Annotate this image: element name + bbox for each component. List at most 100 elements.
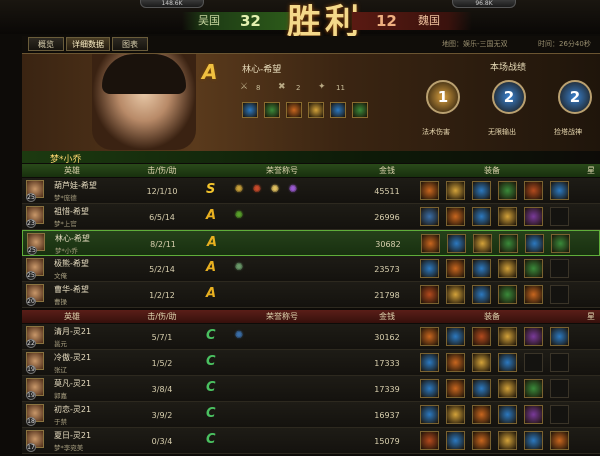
honor-badge-icon[interactable]: ✺ (232, 261, 246, 275)
empty-item-slot[interactable] (550, 353, 569, 372)
item-icon[interactable] (420, 405, 439, 424)
item-icon[interactable] (498, 379, 517, 398)
empty-item-slot[interactable] (550, 285, 569, 304)
player-row[interactable]: 23 祖惜-希望 梦*上官 6/5/14 A ✺ 26996 (22, 204, 600, 230)
player-row[interactable]: 19 莫凡-灵21 郭嘉 3/8/4 C 17339 (22, 376, 600, 402)
player-row[interactable]: 25 林心-希望 梦*小乔 8/2/11 A 30682 (22, 230, 600, 256)
item-icon[interactable] (498, 327, 517, 346)
empty-item-slot[interactable] (550, 405, 569, 424)
item-icon[interactable] (420, 207, 439, 226)
item-icon[interactable] (472, 431, 491, 450)
item-icon[interactable] (446, 285, 465, 304)
header-equip: 装备 (484, 166, 500, 175)
item-icon[interactable] (446, 353, 465, 372)
item-icon[interactable] (498, 207, 517, 226)
hero-grade: A (202, 60, 218, 84)
team-b-header: 英雄 击/伤/助 荣誉称号 金钱 装备 星 (22, 310, 600, 323)
header-extra: 星 (587, 166, 595, 175)
player-row[interactable]: 25 极熊-希望 文俺 5/2/14 A ✺ 23573 (22, 256, 600, 282)
item-icon[interactable] (524, 431, 543, 450)
item-icon[interactable] (446, 181, 465, 200)
item-icon[interactable] (446, 327, 465, 346)
item-icon[interactable] (550, 181, 569, 200)
item-icon[interactable] (472, 181, 491, 200)
empty-item-slot[interactable] (524, 353, 543, 372)
medal-label: 捡塔战神 (554, 128, 582, 136)
item-icon[interactable] (472, 379, 491, 398)
honor-badge-icon[interactable]: ✺ (232, 329, 246, 343)
item-icon[interactable] (498, 405, 517, 424)
equipment-slot-icon[interactable] (308, 102, 324, 118)
empty-item-slot[interactable] (550, 207, 569, 226)
item-icon[interactable] (446, 259, 465, 278)
item-icon[interactable] (420, 431, 439, 450)
item-icon[interactable] (420, 181, 439, 200)
item-icon[interactable] (498, 353, 517, 372)
honor-badge-icon[interactable]: ✺ (268, 183, 282, 197)
player-row[interactable]: 18 初恋-灵21 于禁 3/9/2 C 16937 (22, 402, 600, 428)
item-icon[interactable] (525, 234, 544, 253)
item-icon[interactable] (524, 327, 543, 346)
equipment-slot-icon[interactable] (242, 102, 258, 118)
hero-name: 林心-希望 (55, 234, 90, 243)
item-icon[interactable] (420, 353, 439, 372)
tab-overview[interactable]: 概览 (28, 37, 64, 51)
item-icon[interactable] (550, 327, 569, 346)
gold-value: 23573 (374, 265, 400, 274)
player-row[interactable]: 19 冷傲-灵21 张辽 1/5/2 C 17333 (22, 350, 600, 376)
item-icon[interactable] (524, 405, 543, 424)
item-icon[interactable] (420, 379, 439, 398)
player-row[interactable]: 20 曹华-希望 曹操 1/2/12 A 21798 (22, 282, 600, 308)
item-icon[interactable] (498, 259, 517, 278)
item-icon[interactable] (551, 234, 570, 253)
item-icon[interactable] (472, 353, 491, 372)
gold-value: 17333 (374, 359, 400, 368)
item-icon[interactable] (446, 207, 465, 226)
player-row[interactable]: 25 葫芦娃-希望 梦*庞德 12/1/10 S ✺ ✺ ✺ ✺ 45511 (22, 178, 600, 204)
item-icon[interactable] (524, 207, 543, 226)
honor-badge-icon[interactable]: ✺ (250, 183, 264, 197)
item-icon[interactable] (420, 327, 439, 346)
gold-value: 30682 (375, 240, 401, 249)
item-icon[interactable] (498, 431, 517, 450)
empty-item-slot[interactable] (550, 379, 569, 398)
item-icon[interactable] (472, 405, 491, 424)
item-icon[interactable] (472, 285, 491, 304)
item-icon[interactable] (472, 207, 491, 226)
item-icon[interactable] (473, 234, 492, 253)
empty-item-slot[interactable] (550, 259, 569, 278)
equipment-slot-icon[interactable] (330, 102, 346, 118)
player-row[interactable]: 22 清月-灵21 邕元 5/7/1 C ✺ 30162 (22, 324, 600, 350)
item-icon[interactable] (421, 234, 440, 253)
item-icon[interactable] (498, 285, 517, 304)
item-icon[interactable] (524, 285, 543, 304)
player-row[interactable]: 17 夏日-灵21 梦*李宛美 0/3/4 C 15079 (22, 428, 600, 454)
hero-level-badge: 25 (26, 193, 36, 202)
item-icon[interactable] (420, 285, 439, 304)
item-icon[interactable] (550, 431, 569, 450)
tab-details[interactable]: 详细数据 (66, 37, 110, 51)
item-icon[interactable] (498, 181, 517, 200)
item-icon[interactable] (446, 405, 465, 424)
equipment-slot-icon[interactable] (286, 102, 302, 118)
item-icon[interactable] (446, 379, 465, 398)
hero-level-badge: 22 (26, 339, 36, 348)
honor-badge-icon[interactable]: ✺ (232, 183, 246, 197)
honor-badge-icon[interactable]: ✺ (232, 209, 246, 223)
item-icon[interactable] (420, 259, 439, 278)
header-hero: 英雄 (64, 166, 80, 175)
equipment-slot-icon[interactable] (352, 102, 368, 118)
item-icon[interactable] (446, 431, 465, 450)
item-icon[interactable] (524, 379, 543, 398)
item-icon[interactable] (524, 181, 543, 200)
player-name: 梦*李宛美 (54, 444, 84, 452)
honor-badge-icon[interactable]: ✺ (286, 183, 300, 197)
item-icon[interactable] (524, 259, 543, 278)
item-icon[interactable] (472, 259, 491, 278)
item-icon[interactable] (499, 234, 518, 253)
header-kda: 击/伤/助 (147, 166, 177, 175)
equipment-slot-icon[interactable] (264, 102, 280, 118)
item-icon[interactable] (472, 327, 491, 346)
tab-charts[interactable]: 图表 (112, 37, 148, 51)
item-icon[interactable] (447, 234, 466, 253)
